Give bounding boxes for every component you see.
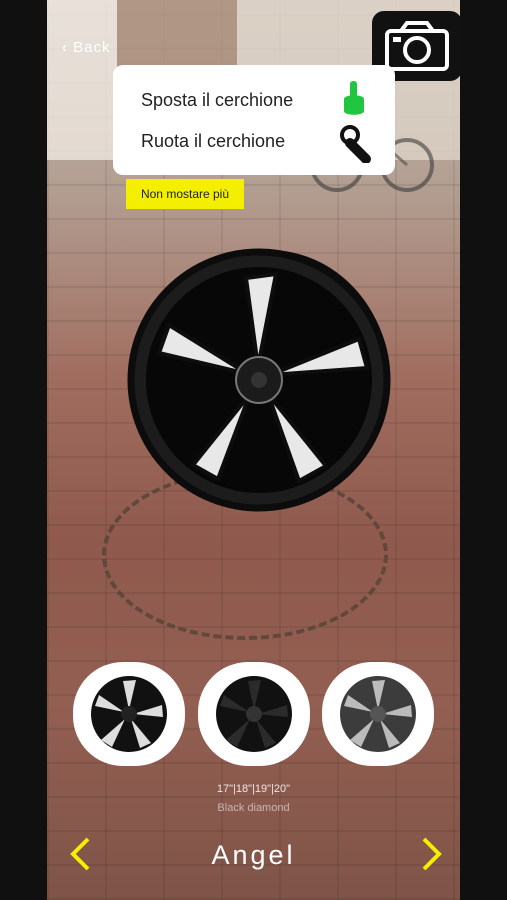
wheel-variant-2[interactable]	[198, 662, 310, 766]
chevron-left-icon: ‹	[62, 39, 74, 56]
wheel-3d-model[interactable]	[121, 243, 403, 517]
hand-rotate-icon	[340, 125, 371, 163]
chevron-right-icon[interactable]	[416, 836, 446, 872]
dont-show-again-button[interactable]: Non mostare più	[126, 179, 244, 209]
wheel-variant-1[interactable]	[73, 662, 185, 766]
gesture-hint-card: Sposta il cerchione Ruota il cerchione	[113, 65, 395, 175]
left-frame	[0, 0, 47, 900]
camera-icon	[385, 21, 449, 71]
back-label: Back	[73, 39, 111, 56]
back-button[interactable]: ‹ Back	[62, 39, 111, 56]
size-options: 17"|18"|19"|20"	[216, 783, 291, 795]
move-hint-label: Sposta il cerchione	[141, 90, 294, 110]
hand-tap-icon	[344, 81, 364, 115]
rotate-hint-label: Ruota il cerchione	[141, 131, 286, 151]
wheel-thumb-2-icon	[216, 676, 292, 752]
wheel-thumb-3-icon	[340, 676, 416, 752]
wheel-variant-3[interactable]	[322, 662, 434, 766]
right-frame	[460, 0, 507, 900]
wheel-thumb-1-icon	[91, 676, 167, 752]
finish-label: Black diamond	[217, 802, 290, 814]
